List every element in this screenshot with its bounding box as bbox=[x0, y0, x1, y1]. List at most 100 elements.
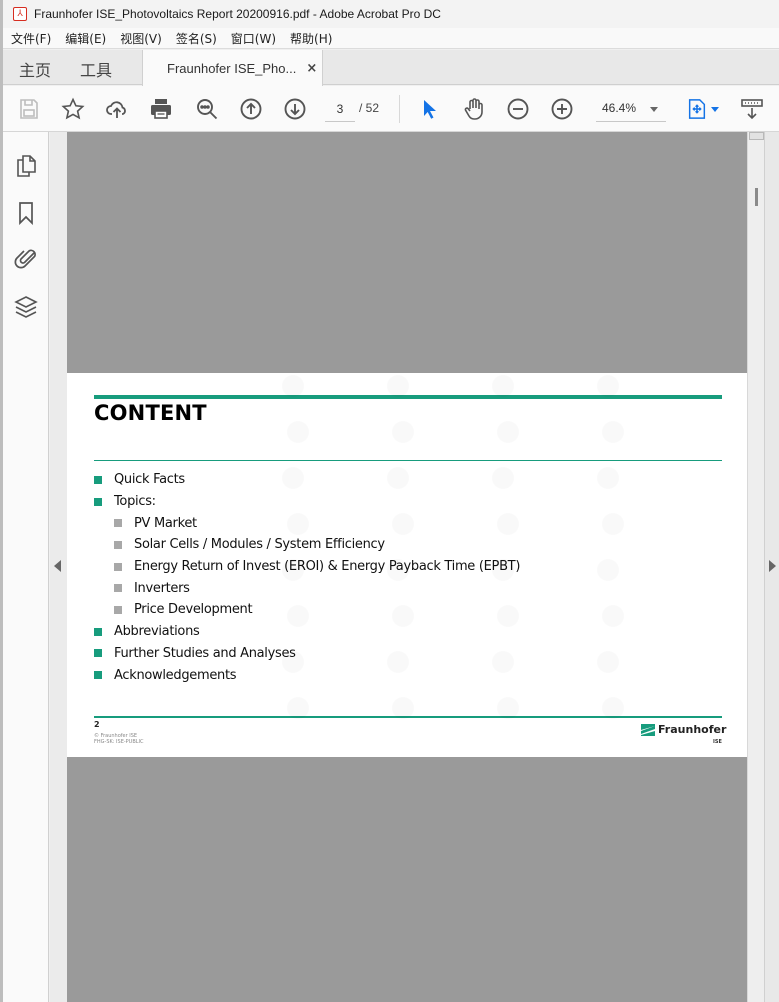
layers-button[interactable] bbox=[14, 295, 38, 319]
bookmarks-button[interactable] bbox=[14, 201, 38, 226]
zoom-level-dropdown[interactable]: 46.4% bbox=[596, 97, 666, 122]
toc-item[interactable]: Quick Facts bbox=[94, 469, 520, 491]
footer-copyright: © Fraunhofer ISE FHG-SK: ISE-PUBLIC bbox=[94, 733, 144, 745]
fit-page-icon bbox=[688, 99, 705, 119]
window-title: Fraunhofer ISE_Photovoltaics Report 2020… bbox=[34, 7, 441, 21]
zoom-out-button[interactable] bbox=[505, 96, 531, 122]
attachments-button[interactable] bbox=[14, 247, 38, 271]
acrobat-app-icon: ⅄ bbox=[13, 7, 27, 21]
watermark-mark bbox=[387, 375, 409, 397]
page-number-input[interactable]: 3 bbox=[325, 98, 355, 122]
toc-item[interactable]: Inverters bbox=[94, 577, 520, 599]
watermark-mark bbox=[602, 697, 624, 719]
menu-view[interactable]: 视图(V) bbox=[120, 30, 162, 47]
left-panel-toggle[interactable] bbox=[50, 132, 67, 1002]
upload-cloud-button[interactable] bbox=[104, 96, 130, 122]
logo-name: Fraunhofer bbox=[658, 723, 727, 736]
page-thumbnails-button[interactable] bbox=[14, 154, 38, 178]
toc-item-text: Quick Facts bbox=[114, 472, 185, 488]
arrow-up-circle-icon bbox=[240, 98, 262, 120]
watermark-mark bbox=[387, 559, 409, 581]
toc-item-text: Abbreviations bbox=[114, 624, 200, 640]
toc-item[interactable]: Solar Cells / Modules / System Efficienc… bbox=[94, 534, 520, 556]
expand-right-panel-icon[interactable] bbox=[769, 560, 776, 572]
watermark-mark bbox=[282, 651, 304, 673]
tab-document-label: Fraunhofer ISE_Pho... bbox=[167, 60, 297, 76]
bullet-square-icon bbox=[114, 519, 122, 528]
toc-item[interactable]: Topics: bbox=[94, 491, 520, 513]
menu-file[interactable]: 文件(F) bbox=[11, 30, 51, 47]
toc-item[interactable]: Energy Return of Invest (EROI) & Energy … bbox=[94, 556, 520, 578]
bullet-square-icon bbox=[114, 584, 122, 593]
watermark-mark bbox=[492, 651, 514, 673]
cursor-arrow-icon bbox=[424, 100, 436, 119]
watermark-mark bbox=[392, 605, 414, 627]
close-tab-icon[interactable]: × bbox=[306, 61, 317, 76]
watermark-mark bbox=[282, 375, 304, 397]
find-button[interactable] bbox=[194, 96, 220, 122]
toc-item[interactable]: Abbreviations bbox=[94, 621, 520, 643]
previous-page-button[interactable] bbox=[238, 96, 264, 122]
watermark-mark bbox=[392, 513, 414, 535]
next-page-button[interactable] bbox=[282, 96, 308, 122]
read-mode-button[interactable] bbox=[739, 96, 765, 122]
toc-item-text: Solar Cells / Modules / System Efficienc… bbox=[134, 537, 385, 553]
toc-item-text: Further Studies and Analyses bbox=[114, 645, 296, 661]
scrollbar-track-top[interactable] bbox=[749, 132, 764, 140]
minus-circle-icon bbox=[507, 98, 529, 120]
toc-item-text: Acknowledgements bbox=[114, 667, 237, 683]
toc-item-text: Price Development bbox=[134, 602, 253, 618]
watermark-mark bbox=[492, 559, 514, 581]
menu-edit[interactable]: 编辑(E) bbox=[65, 30, 106, 47]
vertical-scrollbar[interactable] bbox=[747, 132, 764, 1002]
tab-home[interactable]: 主页 bbox=[19, 57, 51, 81]
save-icon bbox=[20, 99, 38, 119]
print-button[interactable] bbox=[148, 96, 174, 122]
watermark-mark bbox=[287, 605, 309, 627]
bullet-square-icon bbox=[94, 475, 102, 484]
tab-tools[interactable]: 工具 bbox=[80, 57, 112, 81]
bullet-square-icon bbox=[94, 497, 102, 506]
bookmark-star-button[interactable] bbox=[60, 96, 86, 122]
scrollbar-thumb[interactable] bbox=[755, 188, 758, 206]
hand-tool-button[interactable] bbox=[461, 96, 487, 122]
fit-page-button[interactable] bbox=[683, 96, 721, 122]
tab-document[interactable]: Fraunhofer ISE_Pho... × bbox=[142, 50, 323, 86]
toolbar: 3 / 52 46.4% bbox=[3, 86, 779, 132]
watermark-mark bbox=[492, 375, 514, 397]
watermark-mark bbox=[602, 421, 624, 443]
watermark-mark bbox=[497, 697, 519, 719]
acrobat-window: ⅄ Fraunhofer ISE_Photovoltaics Report 20… bbox=[3, 0, 779, 1002]
bullet-square-icon bbox=[114, 540, 122, 549]
arrow-down-circle-icon bbox=[284, 98, 306, 120]
tab-bar: 主页 工具 Fraunhofer ISE_Pho... × bbox=[3, 50, 779, 86]
table-of-contents: Quick Facts Topics: PV Market Solar Cells /… bbox=[94, 469, 520, 686]
printer-icon bbox=[151, 99, 171, 119]
fit-page-chevron-icon bbox=[710, 106, 719, 112]
select-tool-button[interactable] bbox=[417, 96, 443, 122]
watermark-mark bbox=[597, 467, 619, 489]
zoom-in-button[interactable] bbox=[549, 96, 575, 122]
watermark-mark bbox=[392, 421, 414, 443]
cloud-upload-icon bbox=[106, 101, 126, 118]
page-number-label: 2 bbox=[94, 720, 100, 729]
save-button[interactable] bbox=[16, 96, 42, 122]
toc-item[interactable]: Acknowledgements bbox=[94, 664, 520, 686]
toc-item[interactable]: Further Studies and Analyses bbox=[94, 643, 520, 665]
bullet-square-icon bbox=[94, 627, 102, 636]
menu-window[interactable]: 窗口(W) bbox=[231, 30, 276, 47]
right-panel-toggle[interactable] bbox=[764, 132, 779, 1002]
expand-left-panel-icon[interactable] bbox=[54, 560, 61, 572]
menu-sign[interactable]: 签名(S) bbox=[176, 30, 217, 47]
watermark-mark bbox=[602, 513, 624, 535]
watermark-mark bbox=[287, 421, 309, 443]
watermark-mark bbox=[287, 513, 309, 535]
pdf-page: CONTENT Quick Facts Topics: PV Market Solar… bbox=[67, 373, 747, 757]
watermark-mark bbox=[497, 421, 519, 443]
watermark-mark bbox=[602, 605, 624, 627]
document-viewport[interactable]: CONTENT Quick Facts Topics: PV Market Solar… bbox=[67, 132, 747, 1002]
page-heading: CONTENT bbox=[94, 401, 207, 425]
menu-help[interactable]: 帮助(H) bbox=[290, 30, 332, 47]
bullet-square-icon bbox=[114, 605, 122, 614]
watermark-mark bbox=[597, 651, 619, 673]
